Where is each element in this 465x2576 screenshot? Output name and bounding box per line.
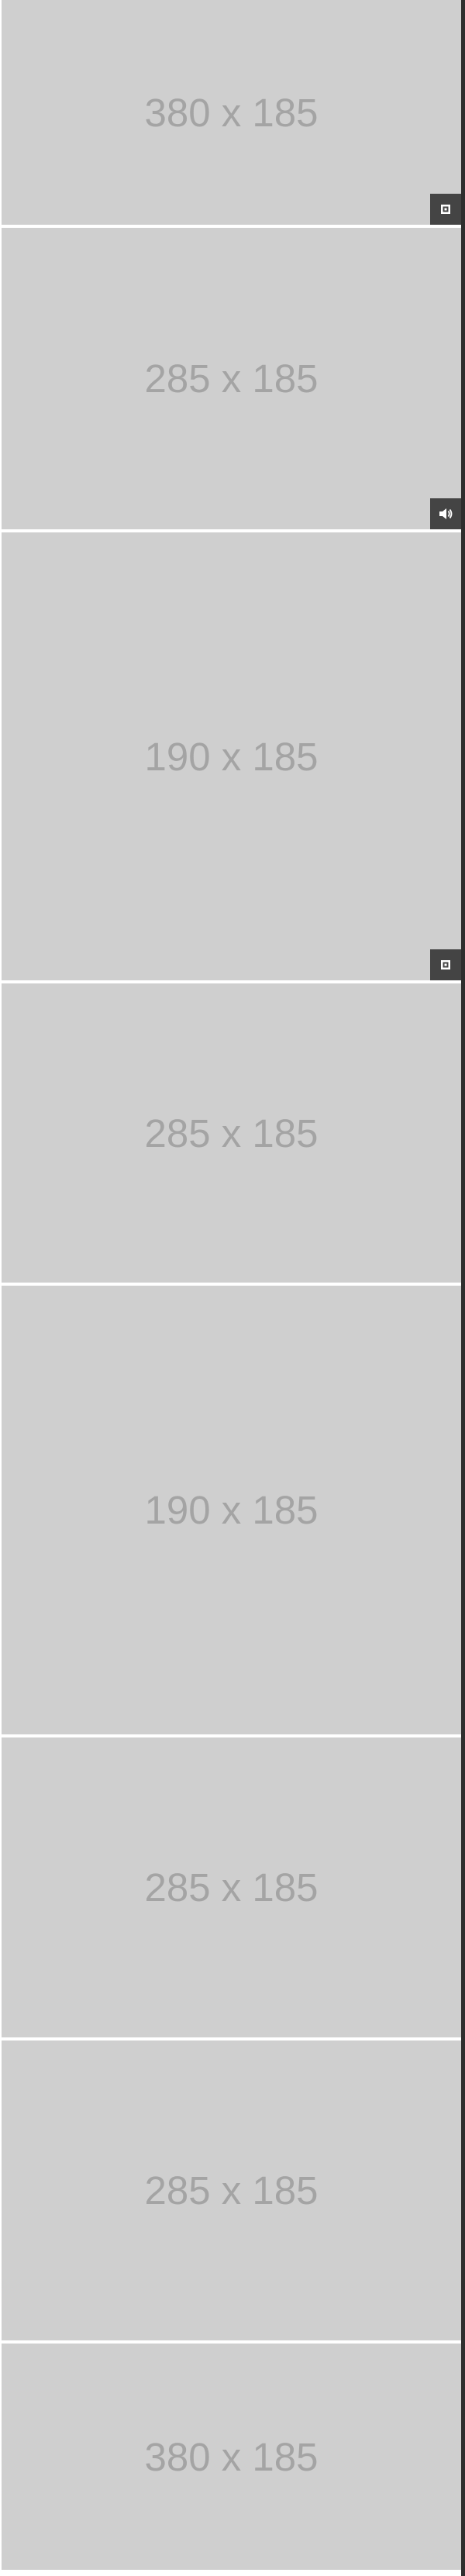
tile-label: 380 x 185: [144, 2434, 319, 2479]
tile-4[interactable]: 285 x 185: [2, 983, 461, 1283]
tile-6[interactable]: 285 x 185: [2, 1737, 461, 2037]
tile-3[interactable]: 190 x 185: [2, 532, 461, 980]
tile-label: 380 x 185: [144, 90, 319, 135]
scrollbar-track[interactable]: [461, 0, 465, 2576]
tile-1[interactable]: 380 x 185: [2, 0, 461, 225]
image-icon: [430, 194, 461, 225]
tile-7[interactable]: 285 x 185: [2, 2040, 461, 2340]
tile-label: 285 x 185: [144, 356, 319, 401]
tile-5[interactable]: 190 x 185: [2, 1286, 461, 1734]
audio-icon: [430, 498, 461, 529]
tile-wall: 380 x 185 285 x 185 190 x 185 285 x 185 …: [0, 0, 465, 2576]
tile-label: 285 x 185: [144, 1111, 319, 1155]
image-icon: [430, 949, 461, 980]
tile-2[interactable]: 285 x 185: [2, 228, 461, 529]
tile-label: 190 x 185: [144, 734, 319, 779]
tile-label: 190 x 185: [144, 1488, 319, 1532]
tile-8[interactable]: 380 x 185: [2, 2344, 461, 2570]
tile-label: 285 x 185: [144, 1865, 319, 1910]
tile-label: 285 x 185: [144, 2168, 319, 2213]
